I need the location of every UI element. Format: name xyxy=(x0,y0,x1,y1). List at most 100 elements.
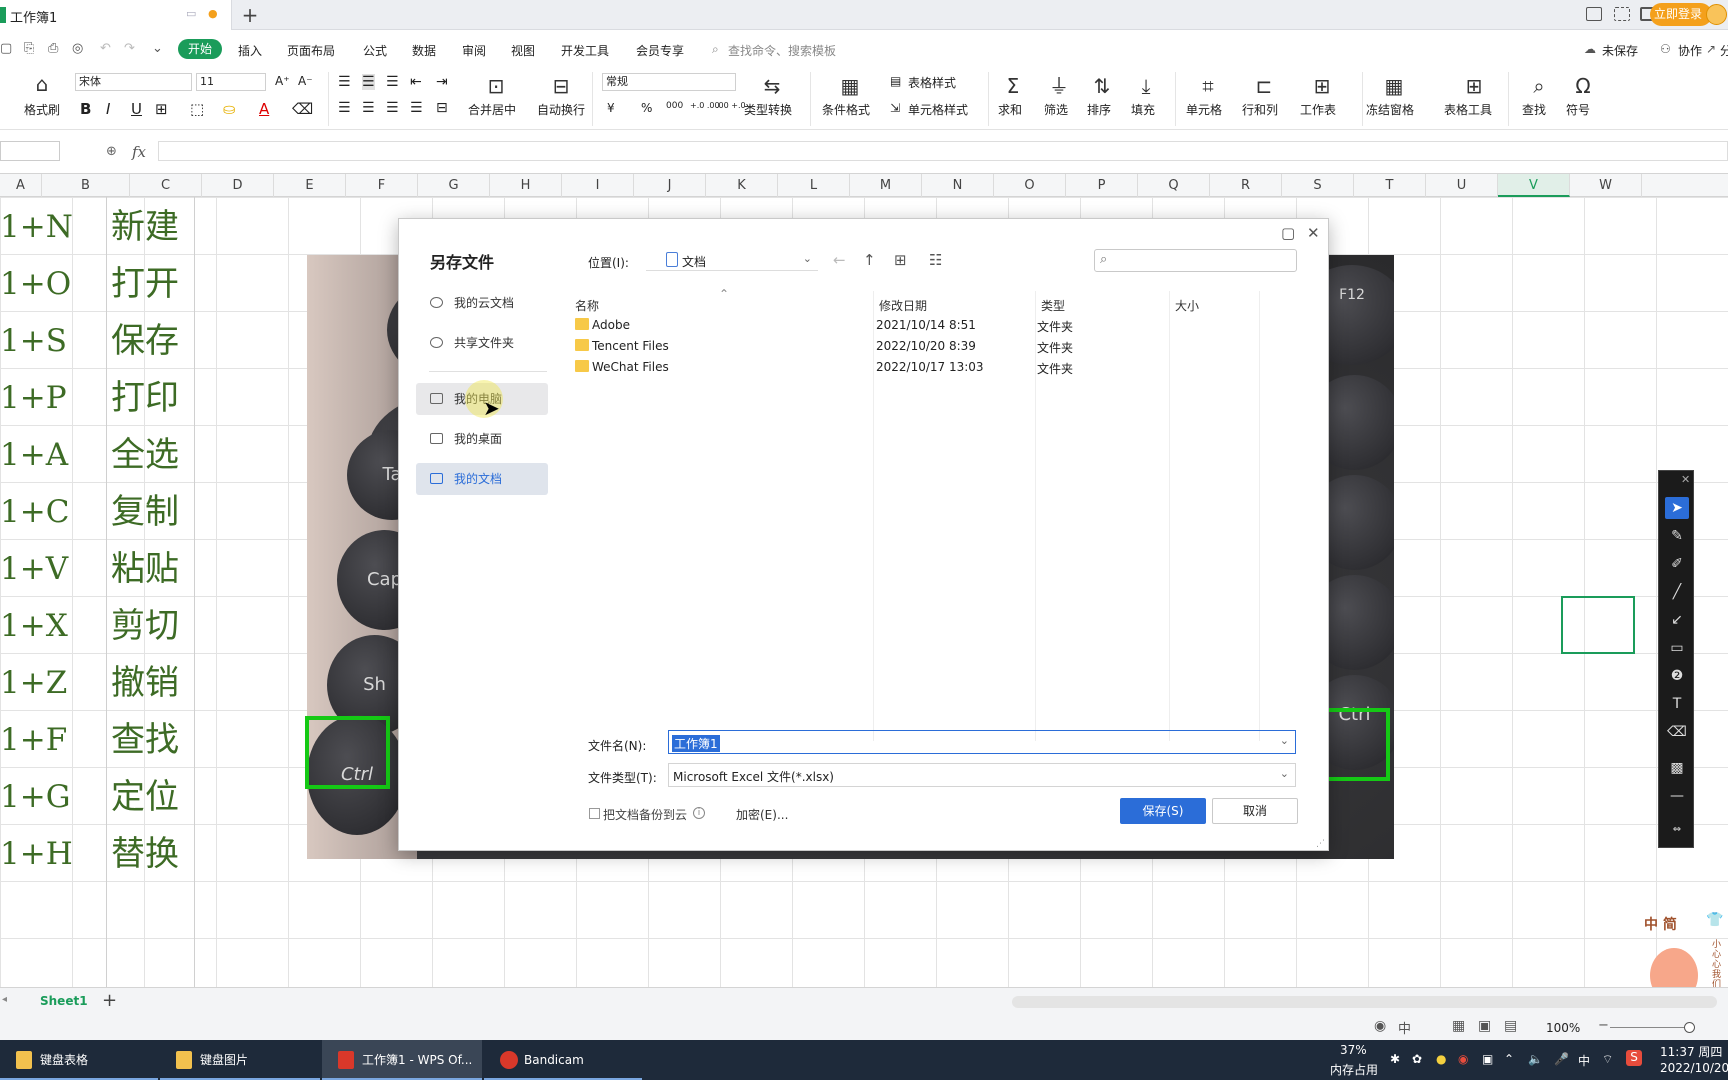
italic-button[interactable]: I xyxy=(106,100,110,118)
zoom-slider-handle[interactable] xyxy=(1684,1022,1695,1033)
cell-a[interactable]: 1+A xyxy=(0,427,106,484)
decrease-decimal-button[interactable]: .00 +.0 xyxy=(716,101,746,110)
selected-cell[interactable] xyxy=(1561,596,1635,654)
rectangle-tool-icon[interactable]: ▭ xyxy=(1665,637,1689,659)
cell-a[interactable]: 1+H xyxy=(0,826,106,883)
cell-b[interactable]: 全选 xyxy=(111,427,197,484)
underline-button[interactable]: U xyxy=(131,100,142,118)
sum-button[interactable]: 求和 xyxy=(998,101,1022,118)
new-tab-button[interactable]: + xyxy=(238,3,262,27)
thousands-button[interactable]: 000 xyxy=(666,101,683,111)
cell-a[interactable]: 1+G xyxy=(0,769,106,826)
tab-page-layout[interactable]: 页面布局 xyxy=(287,42,335,59)
share-button[interactable]: 分 xyxy=(1720,42,1728,59)
filename-input[interactable]: 工作簿1 ⌄ xyxy=(668,730,1296,754)
tab-review[interactable]: 审阅 xyxy=(462,42,486,59)
zoom-out-icon[interactable]: − xyxy=(1598,1018,1609,1033)
ime-indicator[interactable]: 中 xyxy=(1578,1052,1590,1069)
column-header-f[interactable]: F xyxy=(346,174,418,197)
column-header-h[interactable]: H xyxy=(490,174,562,197)
percent-button[interactable]: % xyxy=(641,101,652,115)
cell-style-button[interactable]: 单元格样式 xyxy=(908,101,968,118)
zoom-formula-icon[interactable]: ⊕ xyxy=(106,144,117,159)
save-button[interactable]: 保存(S) xyxy=(1120,798,1206,824)
column-header-m[interactable]: M xyxy=(850,174,922,197)
tab-start[interactable]: 开始 xyxy=(178,39,222,59)
tray-app-icon[interactable]: ✿ xyxy=(1412,1052,1422,1066)
function-button[interactable]: fx xyxy=(132,143,146,161)
redo-icon[interactable]: ↷ xyxy=(124,41,135,56)
cell-a[interactable]: 1+N xyxy=(0,199,106,256)
horizontal-scrollbar[interactable] xyxy=(1012,996,1717,1008)
save-icon[interactable]: ▢ xyxy=(0,41,12,56)
cancel-button[interactable]: 取消 xyxy=(1212,798,1298,824)
tray-app-icon[interactable]: ● xyxy=(1436,1052,1446,1066)
cell-b[interactable]: 保存 xyxy=(111,313,197,370)
column-header-b[interactable]: B xyxy=(42,174,130,197)
customize-chevron-icon[interactable]: ⌄ xyxy=(152,41,163,56)
filetype-select[interactable]: Microsoft Excel 文件(*.xlsx) ⌄ xyxy=(668,763,1296,787)
task-wps[interactable]: 工作簿1 - WPS Of... xyxy=(322,1040,482,1080)
print-icon[interactable]: ⎙ xyxy=(48,41,58,56)
tab-developer[interactable]: 开发工具 xyxy=(561,42,609,59)
fill-button[interactable]: 填充 xyxy=(1131,101,1155,118)
column-header-e[interactable]: E xyxy=(274,174,346,197)
close-icon[interactable]: ✕ xyxy=(1307,224,1320,242)
cell-b[interactable]: 打开 xyxy=(111,256,197,313)
grid-view-icon[interactable] xyxy=(1614,7,1630,21)
align-center-icon[interactable]: ☰ xyxy=(362,100,375,116)
border-icon[interactable]: ⊞ xyxy=(155,100,168,118)
column-header-r[interactable]: R xyxy=(1210,174,1282,197)
tab-insert[interactable]: 插入 xyxy=(238,42,262,59)
cell-a[interactable]: 1+V xyxy=(0,541,106,598)
document-tab[interactable]: 工作簿1 ▭ ● xyxy=(0,0,232,30)
pen-tool-icon[interactable]: ✎ xyxy=(1665,525,1689,547)
filter-button[interactable]: 筛选 xyxy=(1044,101,1068,118)
tab-member[interactable]: 会员专享 xyxy=(636,42,684,59)
export-icon[interactable]: ⎘ xyxy=(24,41,34,56)
cell-b[interactable]: 复制 xyxy=(111,484,197,541)
eye-protection-icon[interactable]: ◉ xyxy=(1374,1018,1386,1034)
type-convert-button[interactable]: 类型转换 xyxy=(744,101,792,118)
mosaic-tool-icon[interactable]: ▩ xyxy=(1665,757,1689,779)
worksheet-button[interactable]: 工作表 xyxy=(1300,101,1336,118)
font-color-button[interactable]: A xyxy=(259,100,269,118)
symbol-button[interactable]: 符号 xyxy=(1566,101,1590,118)
wps-tray-icon[interactable]: S xyxy=(1626,1050,1642,1066)
column-header-a[interactable]: A xyxy=(0,174,42,197)
tab-view[interactable]: 视图 xyxy=(511,42,535,59)
column-header-o[interactable]: O xyxy=(994,174,1066,197)
input-mode-icon[interactable]: 中 xyxy=(1398,1018,1411,1037)
align-bottom-icon[interactable]: ☰ xyxy=(386,74,399,90)
wrap-text-button[interactable]: 自动换行 xyxy=(537,101,585,118)
bold-button[interactable]: B xyxy=(80,100,91,118)
column-header-n[interactable]: N xyxy=(922,174,994,197)
sidebar-item-cloud[interactable]: 我的云文档 xyxy=(416,287,548,319)
mic-icon[interactable]: 🎤 xyxy=(1554,1052,1569,1066)
column-header-w[interactable]: W xyxy=(1570,174,1642,197)
table-style-button[interactable]: 表格样式 xyxy=(908,74,956,91)
avatar[interactable] xyxy=(1706,4,1727,25)
resize-grip-icon[interactable]: ⋰ xyxy=(1316,839,1325,849)
sidebar-item-desktop[interactable]: 我的桌面 xyxy=(416,423,548,455)
cell-a[interactable]: 1+P xyxy=(0,370,106,427)
column-header-i[interactable]: I xyxy=(562,174,634,197)
arrow-tool-icon[interactable]: ↙ xyxy=(1665,609,1689,631)
text-tool-icon[interactable]: T xyxy=(1665,693,1689,715)
column-header-c[interactable]: C xyxy=(130,174,202,197)
highlighter-tool-icon[interactable]: ✐ xyxy=(1665,553,1689,575)
tray-app-icon[interactable]: ✱ xyxy=(1390,1052,1400,1066)
number-format-select[interactable]: 常规 xyxy=(602,73,736,91)
maximize-icon[interactable]: ▢ xyxy=(1281,224,1295,242)
column-header-l[interactable]: L xyxy=(778,174,850,197)
cell-a[interactable]: 1+X xyxy=(0,598,106,655)
find-button[interactable]: 查找 xyxy=(1522,101,1546,118)
column-header-j[interactable]: J xyxy=(634,174,706,197)
align-right-icon[interactable]: ☰ xyxy=(386,100,399,116)
line-tool-icon[interactable]: ╱ xyxy=(1665,581,1689,603)
unsaved-status[interactable]: 未保存 xyxy=(1602,42,1638,59)
cell-b[interactable]: 粘贴 xyxy=(111,541,197,598)
column-header-u[interactable]: U xyxy=(1426,174,1498,197)
column-header-v[interactable]: V xyxy=(1498,174,1570,197)
cell-b[interactable]: 撤销 xyxy=(111,655,197,712)
